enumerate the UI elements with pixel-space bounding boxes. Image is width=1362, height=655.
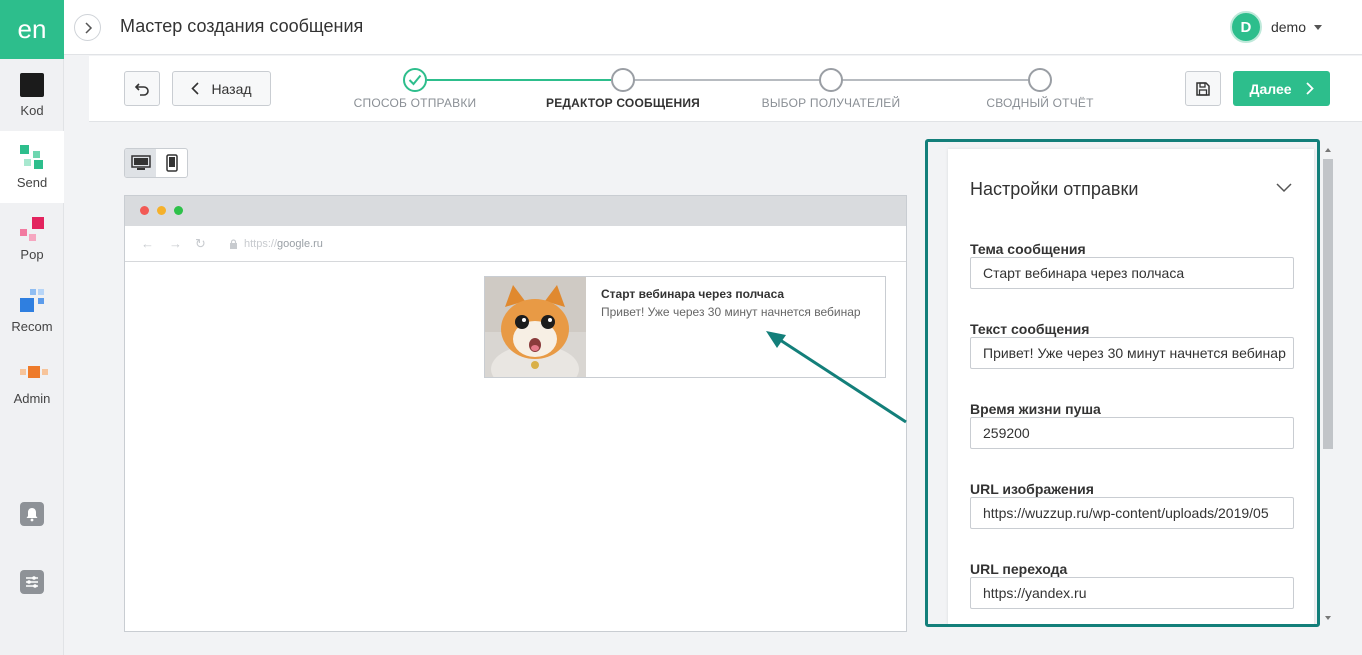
sidebar-item-send[interactable]: Send bbox=[0, 131, 64, 203]
subject-input[interactable]: Старт вебинара через полчаса bbox=[970, 257, 1294, 289]
step-connector bbox=[427, 79, 611, 81]
recom-icon bbox=[20, 288, 44, 313]
step-2-label[interactable]: РЕДАКТОР СООБЩЕНИЯ bbox=[513, 96, 733, 110]
settings-highlight: Настройки отправки Тема сообщения Старт … bbox=[925, 139, 1320, 627]
sliders-icon[interactable] bbox=[20, 570, 44, 594]
logo-text: en bbox=[17, 14, 47, 44]
caret-down-icon bbox=[1314, 24, 1322, 30]
click-url-label: URL перехода bbox=[970, 561, 1068, 577]
check-icon bbox=[408, 74, 422, 86]
sidebar-item-label: Send bbox=[16, 174, 48, 190]
browser-titlebar bbox=[125, 196, 906, 226]
push-body: Привет! Уже через 30 минут начнется веби… bbox=[601, 305, 861, 319]
lock-icon bbox=[230, 239, 237, 249]
scroll-down-icon[interactable] bbox=[1323, 614, 1333, 622]
image-url-label: URL изображения bbox=[970, 481, 1094, 497]
save-button[interactable] bbox=[1185, 71, 1221, 106]
step-4-marker[interactable] bbox=[1028, 68, 1052, 92]
message-text-input[interactable]: Привет! Уже через 30 минут начнется веби… bbox=[970, 337, 1294, 369]
step-4-label[interactable]: СВОДНЫЙ ОТЧЁТ bbox=[930, 96, 1150, 110]
user-name: demo bbox=[1270, 19, 1306, 35]
next-label: Далее bbox=[1249, 80, 1292, 97]
minimize-dot-icon bbox=[157, 206, 166, 215]
bell-icon[interactable] bbox=[20, 502, 44, 526]
desktop-preview-button[interactable] bbox=[125, 149, 156, 177]
chevron-right-icon bbox=[84, 21, 92, 34]
sidebar: en Kod Send Pop Recom Admin bbox=[0, 0, 64, 655]
chevron-right-icon bbox=[1305, 82, 1314, 95]
browser-back-icon: ← bbox=[141, 236, 154, 251]
pop-icon bbox=[20, 216, 44, 241]
mobile-preview-button[interactable] bbox=[156, 149, 187, 177]
browser-reload-icon: ↻ bbox=[195, 236, 206, 251]
annotation-arrow-icon bbox=[766, 331, 907, 424]
sidebar-item-label: Pop bbox=[20, 246, 44, 262]
kod-icon bbox=[20, 72, 44, 97]
ttl-input[interactable]: 259200 bbox=[970, 417, 1294, 449]
chevron-down-icon[interactable] bbox=[1276, 183, 1292, 193]
step-3-marker[interactable] bbox=[819, 68, 843, 92]
header: Мастер создания сообщения D demo bbox=[64, 0, 1362, 55]
maximize-dot-icon bbox=[174, 206, 183, 215]
step-1-marker[interactable] bbox=[403, 68, 427, 92]
step-connector bbox=[842, 79, 1028, 81]
step-connector bbox=[633, 79, 820, 81]
wizard-toolbar: Назад СПОСОБ ОТПРАВКИ РЕДАКТОР СООБЩЕНИЯ… bbox=[89, 56, 1362, 122]
sidebar-item-kod[interactable]: Kod bbox=[0, 59, 64, 131]
expand-sidebar-button[interactable] bbox=[74, 14, 101, 41]
push-title: Старт вебинара через полчаса bbox=[601, 287, 785, 301]
click-url-input[interactable]: https://yandex.ru bbox=[970, 577, 1294, 609]
browser-address-bar: ← → ↻ https:// google.ru bbox=[125, 226, 906, 262]
scrollbar[interactable] bbox=[1322, 144, 1333, 626]
browser-url: https:// google.ru bbox=[229, 238, 323, 250]
scroll-thumb[interactable] bbox=[1323, 159, 1333, 449]
settings-panel: Настройки отправки Тема сообщения Старт … bbox=[948, 149, 1314, 624]
step-1-label[interactable]: СПОСОБ ОТПРАВКИ bbox=[305, 96, 525, 110]
url-host: google.ru bbox=[277, 238, 323, 250]
next-button[interactable]: Далее bbox=[1233, 71, 1330, 106]
close-dot-icon bbox=[140, 206, 149, 215]
url-protocol: https:// bbox=[244, 238, 278, 250]
device-toggle bbox=[124, 148, 188, 178]
browser-forward-icon: → bbox=[169, 236, 182, 251]
sidebar-item-label: Admin bbox=[13, 390, 51, 406]
ttl-label: Время жизни пуша bbox=[970, 401, 1101, 417]
subject-label: Тема сообщения bbox=[970, 241, 1086, 257]
sidebar-item-pop[interactable]: Pop bbox=[0, 203, 64, 275]
desktop-icon bbox=[130, 155, 151, 170]
page-title: Мастер создания сообщения bbox=[120, 16, 364, 36]
send-icon bbox=[20, 144, 44, 169]
save-icon bbox=[1196, 81, 1210, 96]
wizard-steps: СПОСОБ ОТПРАВКИ РЕДАКТОР СООБЩЕНИЯ ВЫБОР… bbox=[89, 56, 1362, 122]
mobile-icon bbox=[165, 154, 178, 172]
sidebar-item-recom[interactable]: Recom bbox=[0, 275, 64, 347]
image-url-input[interactable]: https://wuzzup.ru/wp-content/uploads/201… bbox=[970, 497, 1294, 529]
avatar: D bbox=[1229, 11, 1262, 43]
message-text-label: Текст сообщения bbox=[970, 321, 1090, 337]
settings-title: Настройки отправки bbox=[970, 179, 1139, 199]
app-logo[interactable]: en bbox=[0, 0, 64, 59]
sidebar-item-label: Recom bbox=[11, 318, 53, 334]
step-2-marker[interactable] bbox=[611, 68, 635, 92]
scroll-up-icon[interactable] bbox=[1323, 146, 1333, 154]
step-3-label[interactable]: ВЫБОР ПОЛУЧАТЕЛЕЙ bbox=[721, 96, 941, 110]
sidebar-item-admin[interactable]: Admin bbox=[0, 347, 64, 419]
sidebar-item-label: Kod bbox=[20, 102, 44, 118]
push-image bbox=[485, 277, 586, 377]
user-menu[interactable]: D demo bbox=[1229, 11, 1322, 43]
admin-icon bbox=[20, 361, 48, 385]
